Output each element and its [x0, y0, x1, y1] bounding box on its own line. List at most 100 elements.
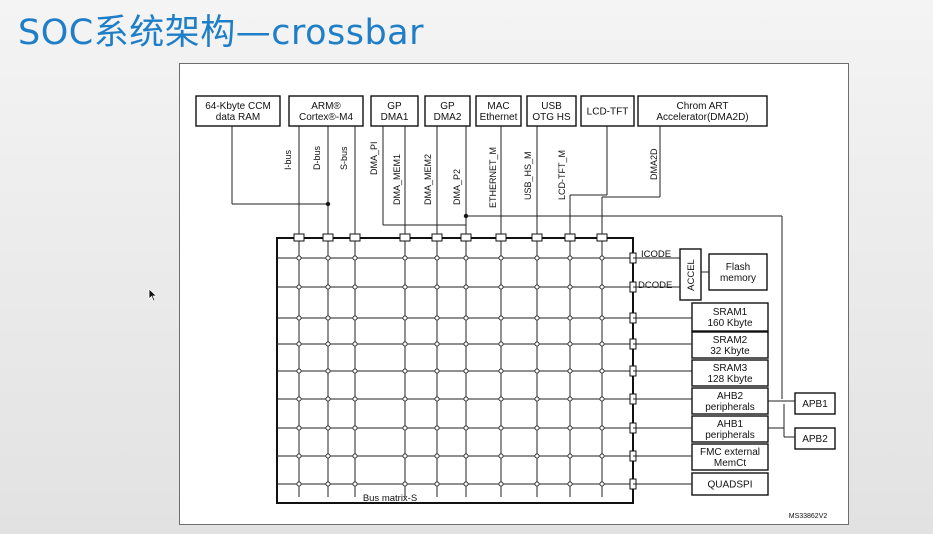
master-box-3-label: DMA2 — [434, 112, 462, 123]
crosspoint-node — [434, 396, 440, 402]
crosspoint-node — [498, 255, 504, 261]
crosspoint-node — [434, 315, 440, 321]
crosspoint-node — [402, 341, 408, 347]
master-port — [399, 233, 411, 242]
slave-box-6-label: QUADSPI — [707, 480, 752, 491]
crosspoint-node — [463, 284, 469, 290]
bus-label-2: S-bus — [339, 146, 349, 170]
accel-label: ACCEL — [686, 259, 697, 291]
crosspoint-node — [402, 396, 408, 402]
crosspoint-node — [463, 481, 469, 487]
crosspoint-node — [352, 341, 358, 347]
crosspoint-node — [599, 396, 605, 402]
crosspoint-node — [402, 425, 408, 431]
crosspoint-node — [534, 284, 540, 290]
figure-id: MS33862V2 — [789, 513, 828, 520]
crosspoint-node — [352, 425, 358, 431]
master-box-2-label: DMA1 — [381, 112, 409, 123]
crosspoint-node — [434, 255, 440, 261]
crosspoint-node — [402, 284, 408, 290]
crosspoint-node — [567, 425, 573, 431]
crosspoint-node — [567, 255, 573, 261]
crosspoint-node — [325, 453, 331, 459]
crosspoint-node — [599, 284, 605, 290]
crosspoint-node — [434, 481, 440, 487]
master-box-7-label: Chrom ART — [676, 101, 728, 112]
crosspoint-node — [567, 315, 573, 321]
crosspoint-node — [599, 425, 605, 431]
bus-label-0: I-bus — [283, 149, 293, 170]
crosspoint-node — [498, 396, 504, 402]
crosspoint-node — [434, 341, 440, 347]
crosspoint-node — [567, 481, 573, 487]
master-box-7-label: Accelerator(DMA2D) — [656, 112, 748, 123]
crosspoint-node — [463, 315, 469, 321]
bus-matrix-label: Bus matrix-S — [363, 493, 417, 504]
crosspoint-node — [534, 396, 540, 402]
flash-memory-box-label: memory — [720, 273, 756, 284]
crosspoint-node — [498, 284, 504, 290]
bus-label-5: DMA_MEM2 — [423, 154, 433, 205]
crosspoint-node — [498, 425, 504, 431]
crosspoint-node — [599, 315, 605, 321]
master-box-3-label: GP — [440, 101, 455, 112]
crosspoint-node — [352, 368, 358, 374]
master-port — [431, 233, 443, 242]
crosspoint-node — [498, 453, 504, 459]
crosspoint-node — [352, 453, 358, 459]
crosspoint-node — [567, 368, 573, 374]
slave-box-0-label: 160 Kbyte — [707, 318, 752, 329]
crosspoint-node — [296, 315, 302, 321]
crosspoint-node — [534, 315, 540, 321]
crosspoint-node — [296, 481, 302, 487]
master-box-5-label: USB — [541, 101, 562, 112]
crosspoint-node — [463, 396, 469, 402]
crosspoint-node — [325, 284, 331, 290]
crosspoint-node — [352, 315, 358, 321]
crosspoint-node — [534, 425, 540, 431]
crosspoint-node — [498, 481, 504, 487]
master-box-1-label: ARM® — [311, 101, 341, 112]
crosspoint-node — [296, 368, 302, 374]
bus-label-8: USB_HS_M — [523, 151, 533, 200]
master-box-1-label: Cortex®-M4 — [299, 112, 353, 123]
slave-box-5-label: FMC external — [700, 447, 760, 458]
crosspoint-node — [296, 255, 302, 261]
crosspoint-node — [567, 341, 573, 347]
crosspoint-node — [402, 481, 408, 487]
slave-box-2-label: 128 Kbyte — [707, 374, 752, 385]
master-box-2-label: GP — [387, 101, 402, 112]
crosspoint-node — [325, 341, 331, 347]
crosspoint-node — [434, 368, 440, 374]
crosspoint-node — [352, 284, 358, 290]
bus-label-10: DMA2D — [649, 148, 659, 180]
crosspoint-node — [463, 368, 469, 374]
slave-box-0-label: SRAM1 — [713, 307, 748, 318]
master-box-5-label: OTG HS — [532, 112, 571, 123]
crosspoint-node — [534, 481, 540, 487]
crosspoint-node — [402, 315, 408, 321]
master-box-6-label: LCD-TFT — [587, 107, 629, 118]
crosspoint-node — [567, 396, 573, 402]
crosspoint-node — [463, 453, 469, 459]
apb1-box-label: APB1 — [802, 399, 828, 410]
flash-memory-box-label: Flash — [726, 262, 750, 273]
crosspoint-node — [463, 341, 469, 347]
master-port — [349, 233, 361, 242]
crosspoint-node — [599, 368, 605, 374]
crosspoint-node — [534, 453, 540, 459]
crosspoint-node — [534, 341, 540, 347]
apb2-box-label: APB2 — [802, 434, 828, 445]
crosspoint-node — [599, 453, 605, 459]
bus-matrix-diagram: Bus matrix-S 64-Kbyte CCMdata RAM ARM®Cort… — [195, 95, 836, 520]
crosspoint-node — [325, 368, 331, 374]
bus-label-1: D-bus — [312, 145, 322, 170]
master-box-4-label: MAC — [487, 101, 509, 112]
crosspoint-node — [402, 255, 408, 261]
crosspoint-node — [296, 453, 302, 459]
crosspoint-node — [296, 341, 302, 347]
master-port — [460, 233, 472, 242]
crosspoint-node — [325, 425, 331, 431]
crosspoint-node — [567, 453, 573, 459]
crosspoint-node — [296, 284, 302, 290]
